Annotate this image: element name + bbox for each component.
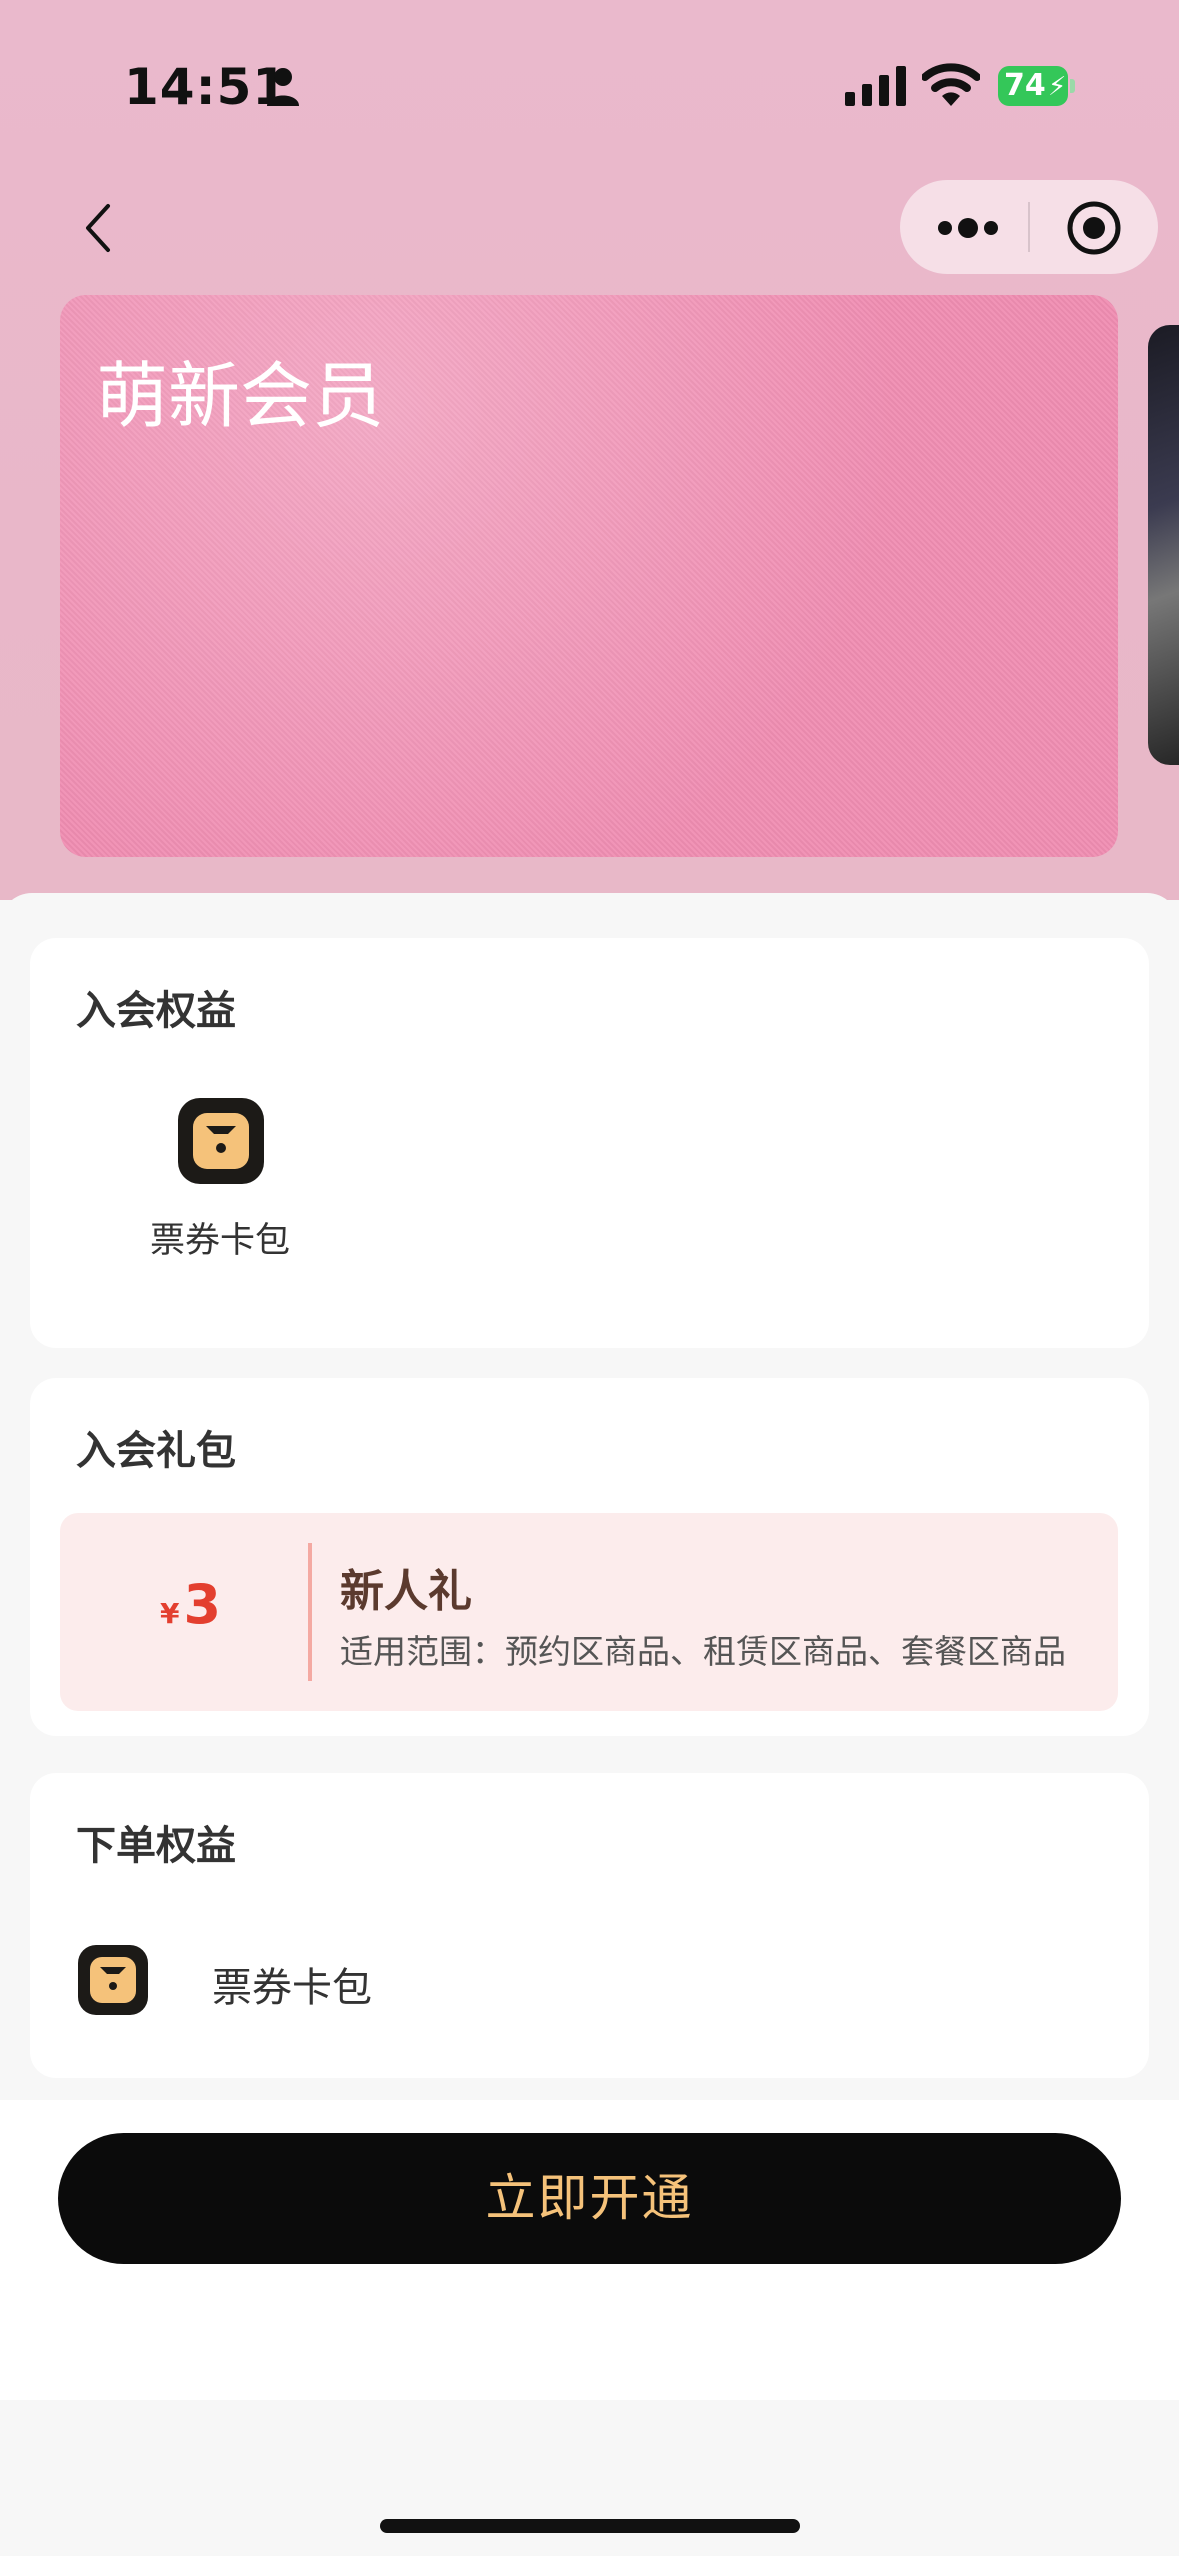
ticket-wallet-icon bbox=[178, 1098, 264, 1184]
section-title: 下单权益 bbox=[76, 1823, 236, 1869]
member-card-title: 萌新会员 bbox=[96, 354, 385, 438]
more-dots-icon[interactable] bbox=[936, 208, 1000, 248]
order-benefit-label: 票券卡包 bbox=[212, 1965, 372, 2011]
member-card: 萌新会员 bbox=[60, 295, 1118, 857]
coupon-value: 3 bbox=[183, 1573, 222, 1636]
open-membership-button[interactable]: 立即开通 bbox=[58, 2133, 1121, 2264]
section-title: 入会礼包 bbox=[76, 1428, 236, 1474]
home-indicator bbox=[380, 2519, 800, 2533]
order-benefit-ticket-wallet[interactable]: 票券卡包 bbox=[78, 1945, 478, 2015]
benefit-label: 票券卡包 bbox=[149, 1221, 290, 1261]
wifi-icon bbox=[922, 63, 980, 106]
coupon-currency: ¥ bbox=[160, 1597, 180, 1630]
status-bar: 14:51 74 ⚡ bbox=[0, 0, 1179, 170]
target-circle-icon[interactable] bbox=[1066, 200, 1122, 256]
battery-indicator: 74 ⚡ bbox=[998, 66, 1076, 106]
status-time: 14:51 bbox=[124, 58, 289, 116]
battery-level: 74 bbox=[1004, 68, 1046, 103]
cellular-signal-icon bbox=[845, 66, 906, 106]
section-title: 入会权益 bbox=[76, 988, 236, 1034]
benefit-item-ticket-wallet[interactable]: 票券卡包 bbox=[120, 1098, 320, 1268]
charging-bolt-icon: ⚡ bbox=[1048, 72, 1067, 102]
capsule-divider bbox=[1028, 202, 1030, 252]
next-card-peek[interactable] bbox=[1148, 325, 1179, 765]
join-benefits-section: 入会权益 票券卡包 bbox=[30, 938, 1149, 1348]
coupon-name: 新人礼 bbox=[340, 1566, 472, 1617]
ticket-wallet-icon bbox=[78, 1945, 148, 2015]
mini-program-capsule bbox=[900, 180, 1158, 274]
coupon-scope: 适用范围：预约区商品、租赁区商品、套餐区商品 bbox=[340, 1632, 1066, 1671]
coupon-divider bbox=[308, 1543, 312, 1681]
person-icon bbox=[267, 68, 299, 106]
join-gift-section: 入会礼包 ¥3 新人礼 适用范围：预约区商品、租赁区商品、套餐区商品 bbox=[30, 1378, 1149, 1736]
order-benefits-section: 下单权益 票券卡包 bbox=[30, 1773, 1149, 2078]
coupon-card[interactable]: ¥3 新人礼 适用范围：预约区商品、租赁区商品、套餐区商品 bbox=[60, 1513, 1118, 1711]
battery-cap bbox=[1070, 79, 1075, 93]
back-chevron-icon[interactable] bbox=[70, 198, 130, 258]
coupon-amount: ¥3 bbox=[160, 1573, 221, 1636]
